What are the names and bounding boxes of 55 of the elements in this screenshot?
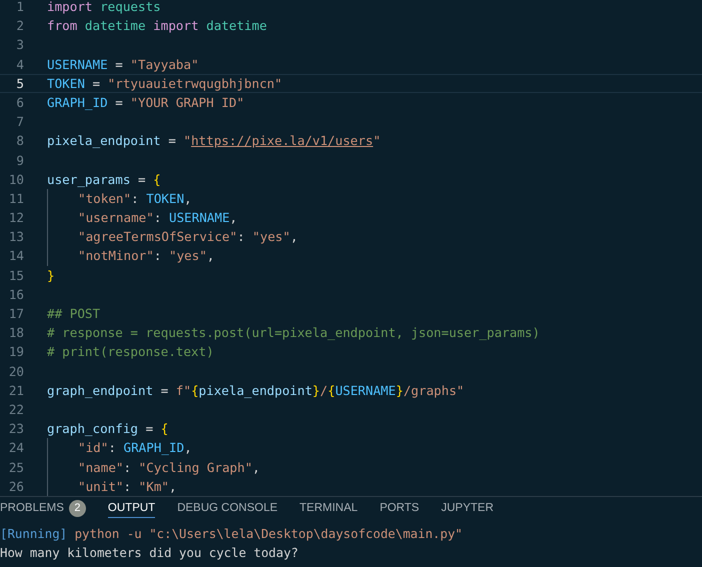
- line-number: 15: [8, 266, 24, 285]
- line-number: 23: [8, 420, 24, 438]
- line-number: 17: [8, 305, 24, 323]
- line-number: 11: [8, 190, 24, 208]
- line-number: 14: [8, 247, 24, 266]
- line-number: 25: [8, 458, 24, 476]
- line-number: 3: [15, 36, 24, 54]
- code-line: graph_config = {: [47, 420, 168, 438]
- code-line: "unit": "Km",: [78, 478, 177, 496]
- panel-tab[interactable]: OUTPUT: [108, 499, 156, 518]
- panel-tab[interactable]: TERMINAL: [300, 499, 358, 518]
- line-number: 6: [15, 94, 24, 112]
- line-number: 5: [15, 74, 24, 93]
- code-line: graph_endpoint = f"{pixela_endpoint}/{USERNAME}/graphs": [47, 382, 464, 400]
- line-number: 16: [8, 286, 24, 304]
- panel-tab[interactable]: JUPYTER: [441, 499, 494, 518]
- line-number: 1: [15, 0, 24, 16]
- panel-tab[interactable]: PROBLEMS 2: [0, 496, 86, 520]
- code-line: import requests: [47, 0, 161, 16]
- line-number: 10: [8, 170, 24, 189]
- line-number: 24: [8, 439, 24, 458]
- output-line: [Running] python -u "c:\Users\lela\Desktop\daysofcode\main.py": [0, 525, 464, 543]
- code-line: ## POST: [47, 305, 100, 323]
- code-line: TOKEN = "rtyuauietrwqugbhjbncn": [47, 74, 282, 93]
- code-line: from datetime import datetime: [47, 17, 267, 36]
- count-badge: 2: [68, 500, 86, 516]
- code-line: "name": "Cycling Graph",: [78, 458, 260, 477]
- code-line: GRAPH_ID = "YOUR GRAPH ID": [47, 94, 244, 112]
- line-number: 2: [15, 17, 24, 36]
- code-line: "agreeTermsOfService": "yes",: [78, 228, 298, 246]
- line-number: 8: [15, 132, 24, 150]
- line-number: 9: [15, 152, 24, 170]
- line-number: 19: [8, 343, 24, 362]
- code-line: }: [47, 266, 55, 285]
- line-number: 18: [8, 324, 24, 342]
- code-line: USERNAME = "Tayyaba": [47, 56, 199, 74]
- line-number: 7: [15, 113, 24, 132]
- code-line: pixela_endpoint = "https://pixe.la/v1/users": [47, 132, 381, 150]
- line-number: 26: [8, 478, 24, 496]
- panel-tab[interactable]: DEBUG CONSOLE: [177, 499, 278, 518]
- line-number: 4: [15, 56, 24, 74]
- line-number: 13: [8, 228, 24, 246]
- panel-tab[interactable]: PORTS: [380, 499, 420, 518]
- code-line: user_params = {: [47, 170, 161, 189]
- line-number: 12: [8, 209, 24, 228]
- code-line: "username": USERNAME,: [78, 209, 238, 228]
- line-number: 20: [8, 362, 24, 381]
- code-line: "id": GRAPH_ID,: [78, 439, 192, 458]
- code-line: "token": TOKEN,: [78, 190, 192, 208]
- line-number: 21: [8, 382, 24, 400]
- code-line: # print(response.text): [47, 343, 214, 362]
- line-number: 22: [8, 400, 24, 419]
- output-line: How many kilometers did you cycle today?: [0, 544, 300, 562]
- code-line: # response = requests.post(url=pixela_endpoint, json=user_params): [47, 324, 540, 342]
- code-line: "notMinor": "yes",: [78, 247, 215, 266]
